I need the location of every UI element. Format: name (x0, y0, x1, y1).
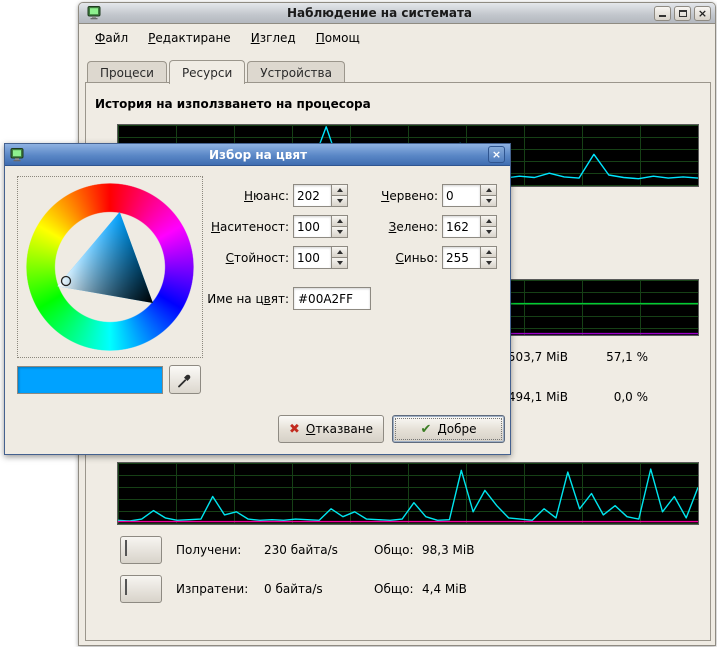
green-field: Зелено: (357, 215, 497, 238)
red-input[interactable] (442, 184, 480, 207)
tab-bar: Процеси Ресурси Устройства (87, 59, 347, 83)
green-spinner[interactable] (442, 215, 497, 238)
network-history-chart (117, 462, 699, 525)
swap-used-percent: 0,0 % (592, 390, 648, 404)
arrow-down-icon (337, 261, 343, 265)
tab-resources[interactable]: Ресурси (169, 60, 245, 84)
value-spinner[interactable] (293, 246, 348, 269)
received-label: Получени: (176, 543, 264, 557)
dialog-title: Избор на цвят (28, 148, 488, 162)
received-color-swatch (125, 540, 127, 556)
blue-spinner[interactable] (442, 246, 497, 269)
hue-input[interactable] (293, 184, 331, 207)
green-input[interactable] (442, 215, 480, 238)
eyedropper-icon (177, 372, 193, 388)
dialog-buttons: ✖ Отказване ✔ Добре (5, 415, 500, 443)
dialog-titlebar[interactable]: Избор на цвят × (5, 144, 510, 166)
network-sent-row: Изпратени: 0 байта/s Общо: 4,4 MiB (120, 575, 467, 603)
dialog-icon (10, 148, 24, 162)
arrow-up-icon (337, 250, 343, 254)
arrow-up-icon (337, 219, 343, 223)
value-field: Стойност: (203, 246, 348, 269)
ok-button[interactable]: ✔ Добре (392, 415, 505, 443)
sent-color-swatch (125, 579, 127, 595)
memory-used-percent: 57,1 % (592, 350, 648, 364)
arrow-down-icon (337, 199, 343, 203)
sent-total-label: Общо: (374, 582, 422, 596)
close-button[interactable]: × (694, 6, 711, 21)
color-wheel[interactable] (17, 176, 203, 358)
arrow-up-icon (337, 188, 343, 192)
color-name-field: Име на цвят: (189, 287, 371, 310)
minimize-icon (659, 15, 666, 17)
saturation-field: Наситеност: (203, 215, 348, 238)
arrow-down-icon (337, 230, 343, 234)
menu-file[interactable]: Файл (87, 28, 136, 48)
blue-field: Синьо: (357, 246, 497, 269)
menu-edit[interactable]: Редактиране (140, 28, 239, 48)
red-spin-down[interactable] (480, 196, 497, 207)
received-total-label: Общо: (374, 543, 422, 557)
color-name-input[interactable] (293, 287, 371, 310)
system-monitor-icon (87, 6, 101, 20)
received-rate: 230 байта/s (264, 543, 374, 557)
blue-input[interactable] (442, 246, 480, 269)
arrow-up-icon (486, 188, 492, 192)
sent-total-value: 4,4 MiB (422, 582, 467, 596)
value-spin-up[interactable] (331, 246, 348, 258)
arrow-down-icon (486, 261, 492, 265)
menubar: Файл Редактиране Изглед Помощ (87, 27, 368, 49)
cancel-button[interactable]: ✖ Отказване (278, 415, 384, 443)
titlebar[interactable]: Наблюдение на системата × (79, 3, 715, 24)
saturation-spin-up[interactable] (331, 215, 348, 227)
color-preview (17, 366, 163, 394)
memory-used-value: 503,7 MiB (506, 350, 568, 364)
green-spin-down[interactable] (480, 227, 497, 238)
green-spin-up[interactable] (480, 215, 497, 227)
saturation-input[interactable] (293, 215, 331, 238)
menu-view[interactable]: Изглед (243, 28, 304, 48)
red-field: Червено: (357, 184, 497, 207)
received-total-value: 98,3 MiB (422, 543, 474, 557)
eyedropper-button[interactable] (169, 365, 201, 394)
saturation-spinner[interactable] (293, 215, 348, 238)
red-spinner[interactable] (442, 184, 497, 207)
window-title: Наблюдение на системата (105, 6, 654, 20)
received-color-button[interactable] (120, 536, 162, 564)
hue-spin-down[interactable] (331, 196, 348, 207)
arrow-down-icon (486, 199, 492, 203)
sent-label: Изпратени: (176, 582, 264, 596)
close-icon: × (698, 9, 707, 18)
saturation-value-triangle[interactable] (26, 183, 194, 351)
sent-rate: 0 байта/s (264, 582, 374, 596)
minimize-button[interactable] (654, 6, 671, 21)
maximize-button[interactable] (674, 6, 691, 21)
menu-help[interactable]: Помощ (308, 28, 368, 48)
hue-field: Нюанс: (203, 184, 348, 207)
sent-color-button[interactable] (120, 575, 162, 603)
ok-check-icon: ✔ (420, 422, 431, 437)
swap-used-value: 494,1 MiB (506, 390, 568, 404)
saturation-spin-down[interactable] (331, 227, 348, 238)
cpu-history-heading: История на използването на процесора (95, 97, 371, 111)
hue-spin-up[interactable] (331, 184, 348, 196)
color-picker-dialog: Избор на цвят × (4, 143, 511, 455)
arrow-down-icon (486, 230, 492, 234)
blue-spin-up[interactable] (480, 246, 497, 258)
arrow-up-icon (486, 250, 492, 254)
arrow-up-icon (486, 219, 492, 223)
cancel-x-icon: ✖ (289, 422, 300, 437)
dialog-close-button[interactable]: × (488, 146, 505, 163)
maximize-icon (679, 10, 687, 17)
hue-spinner[interactable] (293, 184, 348, 207)
network-received-row: Получени: 230 байта/s Общо: 98,3 MiB (120, 536, 474, 564)
blue-spin-down[interactable] (480, 258, 497, 269)
value-spin-down[interactable] (331, 258, 348, 269)
value-input[interactable] (293, 246, 331, 269)
red-spin-up[interactable] (480, 184, 497, 196)
